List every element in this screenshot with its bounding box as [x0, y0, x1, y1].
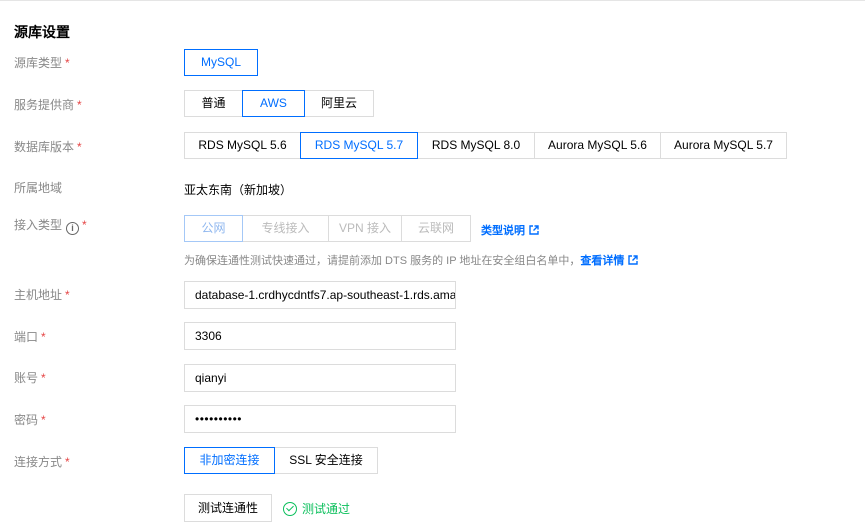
- db-version-option-aurora-57[interactable]: Aurora MySQL 5.7: [660, 132, 787, 159]
- port-label-text: 端口: [14, 330, 39, 344]
- access-type-option-vpn[interactable]: VPN 接入: [328, 215, 402, 242]
- db-version-selector: RDS MySQL 5.6 RDS MySQL 5.7 RDS MySQL 8.…: [184, 132, 787, 159]
- db-version-option-rds-57[interactable]: RDS MySQL 5.7: [300, 132, 418, 159]
- password-input[interactable]: ••••••••••: [184, 405, 456, 433]
- required-mark: *: [65, 56, 70, 70]
- host-label-text: 主机地址: [14, 288, 63, 302]
- access-type-option-direct-connect[interactable]: 专线接入: [242, 215, 329, 242]
- provider-option-aws[interactable]: AWS: [242, 90, 305, 117]
- db-version-option-rds-56[interactable]: RDS MySQL 5.6: [184, 132, 301, 159]
- host-input[interactable]: database-1.crdhycdntfs7.ap-southeast-1.r…: [184, 281, 456, 309]
- port-label: 端口 *: [14, 330, 46, 344]
- connection-selector: 非加密连接 SSL 安全连接: [184, 447, 378, 474]
- access-type-label-text: 接入类型: [14, 218, 63, 232]
- connection-option-unencrypted[interactable]: 非加密连接: [184, 447, 275, 474]
- region-value: 亚太东南（新加坡）: [184, 183, 293, 197]
- host-label: 主机地址 *: [14, 288, 70, 302]
- provider-label: 服务提供商 *: [14, 98, 82, 112]
- access-type-hint-text: 为确保连通性测试快速通过，请提前添加 DTS 服务的 IP 地址在安全组白名单中…: [184, 255, 581, 267]
- account-label-text: 账号: [14, 371, 39, 385]
- access-type-help: 类型说明: [481, 222, 539, 238]
- provider-option-general[interactable]: 普通: [184, 90, 243, 117]
- db-version-option-aurora-56[interactable]: Aurora MySQL 5.6: [534, 132, 661, 159]
- password-label-text: 密码: [14, 413, 39, 427]
- view-details-link[interactable]: 查看详情: [580, 255, 624, 267]
- required-mark: *: [77, 140, 82, 154]
- connection-option-ssl[interactable]: SSL 安全连接: [274, 447, 378, 474]
- provider-label-text: 服务提供商: [14, 98, 75, 112]
- db-type-option-mysql[interactable]: MySQL: [184, 49, 258, 76]
- required-mark: *: [41, 413, 46, 427]
- required-mark: *: [65, 455, 70, 469]
- required-mark: *: [82, 218, 87, 232]
- connection-label-text: 连接方式: [14, 455, 63, 469]
- required-mark: *: [41, 371, 46, 385]
- test-connectivity-button[interactable]: 测试连通性: [184, 494, 272, 522]
- required-mark: *: [77, 98, 82, 112]
- access-type-selector: 公网 专线接入 VPN 接入 云联网: [184, 215, 471, 242]
- db-type-label: 源库类型 *: [14, 56, 70, 70]
- db-version-option-rds-80[interactable]: RDS MySQL 8.0: [417, 132, 535, 159]
- provider-selector: 普通 AWS 阿里云: [184, 90, 374, 117]
- account-input[interactable]: qianyi: [184, 364, 456, 392]
- access-type-option-public[interactable]: 公网: [184, 215, 243, 242]
- password-label: 密码 *: [14, 413, 46, 427]
- access-type-hint: 为确保连通性测试快速通过，请提前添加 DTS 服务的 IP 地址在安全组白名单中…: [184, 252, 639, 268]
- access-type-help-link[interactable]: 类型说明: [481, 225, 525, 237]
- db-version-label: 数据库版本 *: [14, 140, 82, 154]
- provider-option-aliyun[interactable]: 阿里云: [304, 90, 374, 117]
- db-type-label-text: 源库类型: [14, 56, 63, 70]
- region-label: 所属地域: [14, 181, 63, 195]
- check-circle-icon: [283, 501, 297, 516]
- access-type-label: 接入类型 i *: [14, 218, 87, 235]
- account-label: 账号 *: [14, 371, 46, 385]
- external-link-icon[interactable]: [529, 225, 539, 238]
- db-version-label-text: 数据库版本: [14, 140, 75, 154]
- test-status: 测试通过: [283, 500, 350, 517]
- connection-label: 连接方式 *: [14, 455, 70, 469]
- external-link-icon[interactable]: [628, 255, 639, 268]
- access-type-option-ccn[interactable]: 云联网: [401, 215, 471, 242]
- test-status-text: 测试通过: [302, 502, 351, 516]
- required-mark: *: [41, 330, 46, 344]
- top-divider: [0, 0, 865, 1]
- info-icon[interactable]: i: [66, 222, 80, 235]
- db-type-selector: MySQL: [184, 49, 258, 76]
- required-mark: *: [65, 288, 70, 302]
- port-input[interactable]: 3306: [184, 322, 456, 350]
- section-title: 源库设置: [14, 24, 70, 40]
